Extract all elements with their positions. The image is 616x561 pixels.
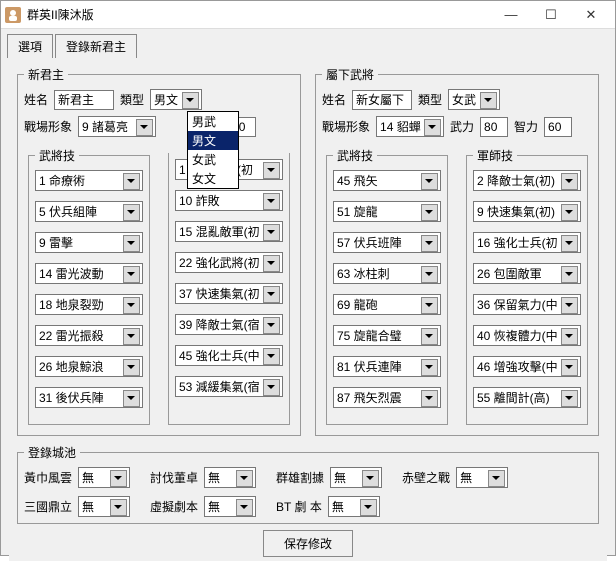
general-int-input[interactable] <box>544 117 572 137</box>
tab-bar: 選項 登錄新君主 <box>1 29 615 58</box>
ruler-form-label: 戰場形象 <box>24 118 72 135</box>
city-label: 討伐董卓 <box>150 469 198 486</box>
cities-legend: 登錄城池 <box>24 444 80 461</box>
cities-fieldset: 登錄城池 黃巾風雲無討伐董卓無群雄割據無赤壁之戰無三國鼎立無虛擬劇本無BT 劇 … <box>17 444 599 524</box>
ruler-skill-a-select[interactable]: 26 地泉鯨浪 <box>35 356 143 377</box>
ruler-skill-a-select[interactable]: 31 後伏兵陣 <box>35 387 143 408</box>
close-button[interactable]: ✕ <box>571 3 611 27</box>
tab-content: 新君主 姓名 類型 男文 男武 男文 女武 女文 戰場形象 9 諸葛亮 <box>9 58 607 561</box>
general-skill-b-select[interactable]: 36 保留氣力(中 <box>473 294 581 315</box>
city-pair: BT 劇 本無 <box>276 496 380 517</box>
city-label: 虛擬劇本 <box>150 498 198 515</box>
general-skill-a-select[interactable]: 75 旋龍合璧 <box>333 325 441 346</box>
general-type-select[interactable]: 女武 <box>448 89 500 110</box>
city-pair: 赤壁之戰無 <box>402 467 508 488</box>
ruler-skill-b-select[interactable]: 15 混亂敵軍(初 <box>175 221 283 242</box>
city-select[interactable]: 無 <box>328 496 380 517</box>
general-name-label: 姓名 <box>322 91 346 108</box>
city-label: 群雄割據 <box>276 469 324 486</box>
ruler-skill-a-select[interactable]: 9 雷擊 <box>35 232 143 253</box>
city-label: 赤壁之戰 <box>402 469 450 486</box>
city-pair: 黃巾風雲無 <box>24 467 130 488</box>
general-fieldset: 屬下武將 姓名 類型 女武 戰場形象 14 貂蟬 武力 智力 <box>315 66 599 436</box>
type-option[interactable]: 女武 <box>188 150 238 169</box>
ruler-skill-b-select[interactable]: 45 強化士兵(中 <box>175 345 283 366</box>
ruler-legend: 新君主 <box>24 66 68 83</box>
general-skill-b-select[interactable]: 55 離間計(高) <box>473 387 581 408</box>
general-skill-a-select[interactable]: 81 伏兵連陣 <box>333 356 441 377</box>
ruler-name-label: 姓名 <box>24 91 48 108</box>
general-skill-b-select[interactable]: 46 增強攻擊(中 <box>473 356 581 377</box>
general-skills-a-legend: 武將技 <box>333 147 377 164</box>
minimize-button[interactable]: — <box>491 3 531 27</box>
ruler-skill-b-select[interactable]: 37 快速集氣(初 <box>175 283 283 304</box>
city-select[interactable]: 無 <box>330 467 382 488</box>
city-label: BT 劇 本 <box>276 498 322 515</box>
general-skill-b-select[interactable]: 26 包圍敵軍 <box>473 263 581 284</box>
ruler-skill-a-select[interactable]: 5 伏兵組陣 <box>35 201 143 222</box>
ruler-type-label: 類型 <box>120 91 144 108</box>
city-pair: 討伐董卓無 <box>150 467 256 488</box>
city-select[interactable]: 無 <box>204 496 256 517</box>
general-int-label: 智力 <box>514 118 538 135</box>
general-skills-a-fieldset: 武將技 45 飛矢 51 旋龍 57 伏兵班陣 63 冰柱刺 69 龍砲 75 旋龍合璧 8… <box>326 147 448 425</box>
titlebar[interactable]: 群英II陳沐版 — ☐ ✕ <box>1 1 615 29</box>
general-skill-a-select[interactable]: 45 飛矢 <box>333 170 441 191</box>
ruler-skill-b-select[interactable]: 39 降敵士氣(宿 <box>175 314 283 335</box>
general-skill-a-select[interactable]: 57 伏兵班陣 <box>333 232 441 253</box>
general-form-label: 戰場形象 <box>322 118 370 135</box>
city-label: 三國鼎立 <box>24 498 72 515</box>
ruler-skill-b-select[interactable]: 53 減緩集氣(宿 <box>175 376 283 397</box>
general-form-select[interactable]: 14 貂蟬 <box>376 116 444 137</box>
general-skill-a-select[interactable]: 63 冰柱刺 <box>333 263 441 284</box>
general-skill-b-select[interactable]: 9 快速集氣(初) <box>473 201 581 222</box>
ruler-skills-b-fieldset: 1 鼓舞士氣(初10 詐敗15 混亂敵軍(初22 強化武將(初37 快速集氣(初… <box>168 153 290 425</box>
city-pair: 群雄割據無 <box>276 467 382 488</box>
type-option[interactable]: 男武 <box>188 112 238 131</box>
general-atk-input[interactable] <box>480 117 508 137</box>
ruler-skill-a-select[interactable]: 18 地泉裂勁 <box>35 294 143 315</box>
ruler-fieldset: 新君主 姓名 類型 男文 男武 男文 女武 女文 戰場形象 9 諸葛亮 <box>17 66 301 436</box>
general-skills-b-legend: 軍師技 <box>473 147 517 164</box>
general-skill-a-select[interactable]: 69 龍砲 <box>333 294 441 315</box>
general-legend: 屬下武將 <box>322 66 378 83</box>
ruler-skill-a-select[interactable]: 1 命療術 <box>35 170 143 191</box>
general-atk-label: 武力 <box>450 118 474 135</box>
ruler-form-select[interactable]: 9 諸葛亮 <box>78 116 156 137</box>
city-label: 黃巾風雲 <box>24 469 72 486</box>
ruler-skill-b-select[interactable]: 22 強化武將(初 <box>175 252 283 273</box>
city-select[interactable]: 無 <box>456 467 508 488</box>
ruler-skill-a-select[interactable]: 22 雷光振殺 <box>35 325 143 346</box>
type-option[interactable]: 男文 <box>188 131 238 150</box>
city-pair: 三國鼎立無 <box>24 496 130 517</box>
ruler-type-dropdown[interactable]: 男武 男文 女武 女文 <box>187 111 239 189</box>
tab-options[interactable]: 選項 <box>7 34 53 58</box>
type-option[interactable]: 女文 <box>188 169 238 188</box>
city-select[interactable]: 無 <box>78 467 130 488</box>
save-button[interactable]: 保存修改 <box>263 530 353 557</box>
general-skill-b-select[interactable]: 2 降敵士氣(初) <box>473 170 581 191</box>
city-pair: 虛擬劇本無 <box>150 496 256 517</box>
city-select[interactable]: 無 <box>78 496 130 517</box>
general-skill-a-select[interactable]: 51 旋龍 <box>333 201 441 222</box>
city-select[interactable]: 無 <box>204 467 256 488</box>
ruler-skill-a-select[interactable]: 14 雷光波動 <box>35 263 143 284</box>
ruler-type-select[interactable]: 男文 <box>150 89 202 110</box>
ruler-skills-legend: 武將技 <box>35 147 79 164</box>
general-type-label: 類型 <box>418 91 442 108</box>
app-window: 群英II陳沐版 — ☐ ✕ 選項 登錄新君主 新君主 姓名 類型 男文 <box>0 0 616 556</box>
ruler-skill-b-select[interactable]: 10 詐敗 <box>175 190 283 211</box>
general-skills-b-fieldset: 軍師技 2 降敵士氣(初) 9 快速集氣(初) 16 強化士兵(初 26 包圍敵軍 36… <box>466 147 588 425</box>
ruler-skills-a-fieldset: 武將技 1 命療術 5 伏兵組陣 9 雷擊 14 雷光波動 18 地泉裂勁 22 雷光振殺… <box>28 147 150 425</box>
window-title: 群英II陳沐版 <box>27 6 491 23</box>
app-icon <box>5 7 21 23</box>
general-skill-b-select[interactable]: 40 恢複體力(中 <box>473 325 581 346</box>
general-skill-a-select[interactable]: 87 飛矢烈震 <box>333 387 441 408</box>
ruler-name-input[interactable] <box>54 90 114 110</box>
general-name-input[interactable] <box>352 90 412 110</box>
maximize-button[interactable]: ☐ <box>531 3 571 27</box>
tab-register-ruler[interactable]: 登錄新君主 <box>55 34 137 58</box>
general-skill-b-select[interactable]: 16 強化士兵(初 <box>473 232 581 253</box>
